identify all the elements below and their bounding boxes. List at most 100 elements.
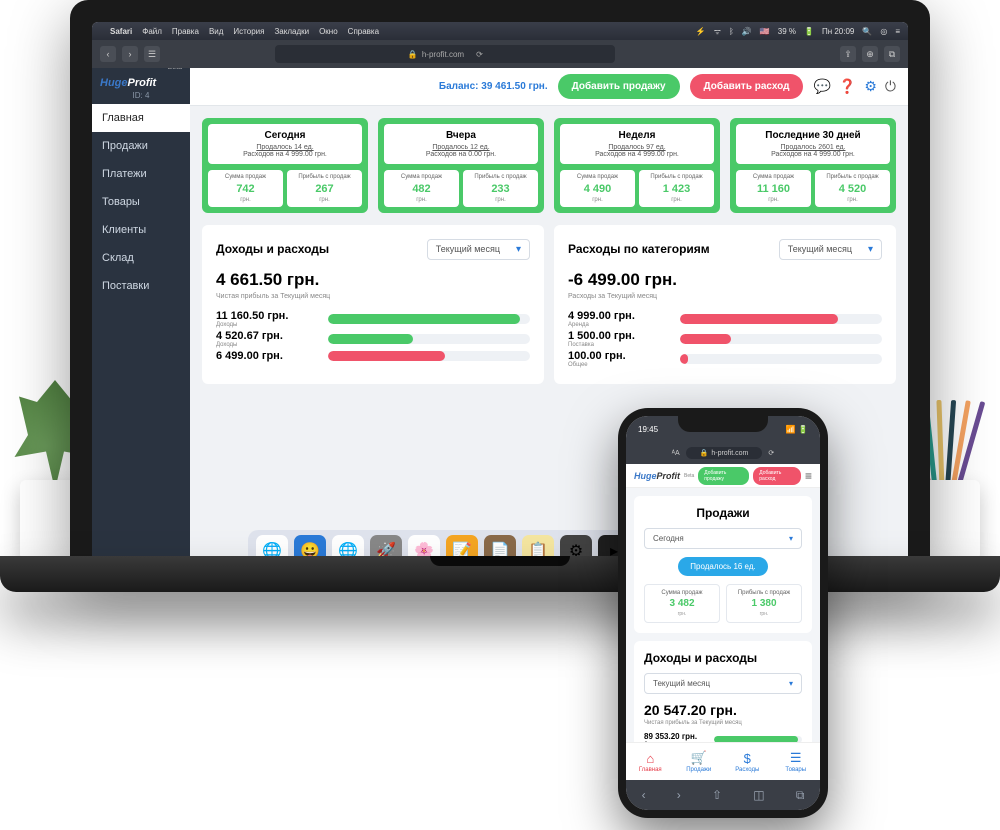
- phone-body: Продажи Сегодня Продалось 16 ед. Сумма п…: [626, 488, 820, 742]
- menu-icon[interactable]: ≡: [805, 469, 812, 483]
- phone-nav-1[interactable]: 🛒Продажи: [675, 743, 724, 780]
- url-bar[interactable]: 🔒 h-profit.com ⟳: [275, 45, 615, 63]
- bar-row: 100.00 грн.Общее: [568, 350, 882, 368]
- sum-subcard[interactable]: Сумма продаж4 490грн.: [560, 170, 635, 207]
- laptop-notch: [430, 556, 570, 566]
- add-sale-button[interactable]: Добавить продажу: [558, 74, 680, 99]
- menu-help[interactable]: Справка: [348, 27, 379, 36]
- forward-button[interactable]: ›: [122, 46, 138, 62]
- nav-products[interactable]: Товары: [92, 188, 190, 216]
- clock-text[interactable]: Пн 20:09: [822, 27, 854, 36]
- phone-signal-icons: 📶 🔋: [786, 425, 808, 434]
- phone-bar-row: 89 353.20 грн.Доходы: [644, 732, 802, 742]
- phone-income-sub: Чистая прибыль за Текущий месяц: [644, 720, 802, 726]
- summary-row: СегодняПродалось 14 ед.Расходов на 4 999…: [202, 118, 896, 213]
- phone-add-sale-button[interactable]: Добавить продажу: [698, 467, 749, 485]
- battery-icon[interactable]: 🔋: [804, 27, 814, 36]
- tabs-button[interactable]: ⧉: [884, 46, 900, 62]
- expense-period-select[interactable]: Текущий месяц: [779, 239, 882, 260]
- nav-clients[interactable]: Клиенты: [92, 216, 190, 244]
- phone-income-select[interactable]: Текущий месяц: [644, 673, 802, 694]
- summary-card-0: СегодняПродалось 14 ед.Расходов на 4 999…: [202, 118, 368, 213]
- tabs-icon[interactable]: ⧉: [796, 788, 805, 803]
- phone-urlbar[interactable]: ᴬA 🔒h-profit.com ⟳: [626, 442, 820, 464]
- income-expense-panel: Доходы и расходы Текущий месяц 4 661.50 …: [202, 225, 544, 384]
- nav-sales[interactable]: Продажи: [92, 132, 190, 160]
- menu-history[interactable]: История: [233, 27, 264, 36]
- battery-text: 39 %: [778, 27, 796, 36]
- expense-panel-title: Расходы по категориям: [568, 242, 710, 256]
- nav-supplies[interactable]: Поставки: [92, 272, 190, 300]
- phone-income-title: Доходы и расходы: [644, 651, 802, 665]
- summary-card-1: ВчераПродалось 12 ед.Расходов на 0.00 гр…: [378, 118, 544, 213]
- phone-profit-card: Прибыль с продаж1 380грн.: [726, 584, 802, 623]
- profit-subcard[interactable]: Прибыль с продаж4 520грн.: [815, 170, 890, 207]
- new-tab-button[interactable]: ⊕: [862, 46, 878, 62]
- phone-sales-select[interactable]: Сегодня: [644, 528, 802, 549]
- nav-payments[interactable]: Платежи: [92, 160, 190, 188]
- chat-icon[interactable]: 💬: [813, 78, 830, 95]
- profit-subcard[interactable]: Прибыль с продаж233грн.: [463, 170, 538, 207]
- expense-category-panel: Расходы по категориям Текущий месяц -6 4…: [554, 225, 896, 384]
- forward-icon[interactable]: ›: [677, 788, 681, 802]
- phone-beta: Beta: [684, 473, 694, 479]
- phone-frame: 19:45 📶 🔋 ᴬA 🔒h-profit.com ⟳ HugeProfit …: [618, 408, 828, 818]
- phone-sold-pill[interactable]: Продалось 16 ед.: [678, 557, 767, 576]
- sum-subcard[interactable]: Сумма продаж482грн.: [384, 170, 459, 207]
- bar-row: 11 160.50 грн.Доходы: [216, 310, 530, 328]
- phone-sales-title: Продажи: [644, 506, 802, 520]
- gear-icon[interactable]: ⚙: [864, 78, 877, 95]
- notifications-icon[interactable]: ≡: [895, 27, 900, 36]
- flag-icon[interactable]: 🇺🇸: [760, 27, 770, 36]
- share-icon[interactable]: ⇧: [712, 788, 722, 802]
- help-icon[interactable]: ❓: [839, 78, 856, 95]
- menu-edit[interactable]: Правка: [172, 27, 199, 36]
- back-icon[interactable]: ‹: [642, 788, 646, 802]
- lock-icon: 🔒: [700, 449, 709, 457]
- sidebar-toggle-button[interactable]: ☰: [144, 46, 160, 62]
- profit-subcard[interactable]: Прибыль с продаж1 423грн.: [639, 170, 714, 207]
- income-total: 4 661.50 грн.: [216, 270, 530, 290]
- back-button[interactable]: ‹: [100, 46, 116, 62]
- balance-text: Баланс: 39 461.50 грн.: [439, 81, 548, 92]
- add-expense-button[interactable]: Добавить расход: [690, 74, 804, 99]
- app-logo[interactable]: HugeProfit: [92, 71, 190, 91]
- reload-icon[interactable]: ⟳: [768, 449, 774, 457]
- sum-subcard[interactable]: Сумма продаж742грн.: [208, 170, 283, 207]
- nav-home[interactable]: Главная: [92, 104, 190, 132]
- phone-safari-toolbar: ‹ › ⇧ ◫ ⧉: [626, 780, 820, 810]
- profit-subcard[interactable]: Прибыль с продаж267грн.: [287, 170, 362, 207]
- phone-time: 19:45: [638, 425, 658, 434]
- reload-icon[interactable]: ⟳: [476, 50, 483, 59]
- menu-bookmarks[interactable]: Закладки: [274, 27, 309, 36]
- power-icon[interactable]: ⏻: [885, 78, 896, 95]
- volume-icon[interactable]: 🔊: [742, 27, 752, 36]
- phone-income-total: 20 547.20 грн.: [644, 702, 802, 718]
- bluetooth-icon[interactable]: ᛒ: [729, 27, 734, 36]
- menu-file[interactable]: Файл: [142, 27, 162, 36]
- nav-warehouse[interactable]: Склад: [92, 244, 190, 272]
- spotlight-icon[interactable]: 🔍: [862, 27, 872, 36]
- menu-window[interactable]: Окно: [319, 27, 338, 36]
- phone-sales-card: Продажи Сегодня Продалось 16 ед. Сумма п…: [634, 496, 812, 633]
- text-size-icon[interactable]: ᴬA: [672, 450, 680, 457]
- sum-subcard[interactable]: Сумма продаж11 160грн.: [736, 170, 811, 207]
- phone-add-expense-button[interactable]: Добавить расход: [753, 467, 801, 485]
- phone-sum-card: Сумма продаж3 482грн.: [644, 584, 720, 623]
- phone-nav-2[interactable]: $Расходы: [723, 743, 772, 780]
- phone-nav-0[interactable]: ⌂Главная: [626, 743, 675, 780]
- browser-toolbar: ‹ › ☰ 🔒 h-profit.com ⟳ ⇪ ⊕ ⧉: [92, 40, 908, 68]
- income-period-select[interactable]: Текущий месяц: [427, 239, 530, 260]
- menu-view[interactable]: Вид: [209, 27, 223, 36]
- wifi-icon[interactable]: ᯤ: [714, 26, 721, 37]
- control-center-icon[interactable]: ◎: [880, 27, 887, 36]
- quickaction-icon[interactable]: ⚡: [696, 27, 706, 36]
- bookmarks-icon[interactable]: ◫: [753, 788, 764, 802]
- share-button[interactable]: ⇪: [840, 46, 856, 62]
- bar-row: 4 999.00 грн.Аренда: [568, 310, 882, 328]
- phone-nav-3[interactable]: ☰Товары: [772, 743, 821, 780]
- income-panel-title: Доходы и расходы: [216, 242, 329, 256]
- url-text: h-profit.com: [422, 50, 464, 59]
- app-name[interactable]: Safari: [110, 27, 132, 36]
- phone-logo[interactable]: HugeProfit: [634, 471, 680, 481]
